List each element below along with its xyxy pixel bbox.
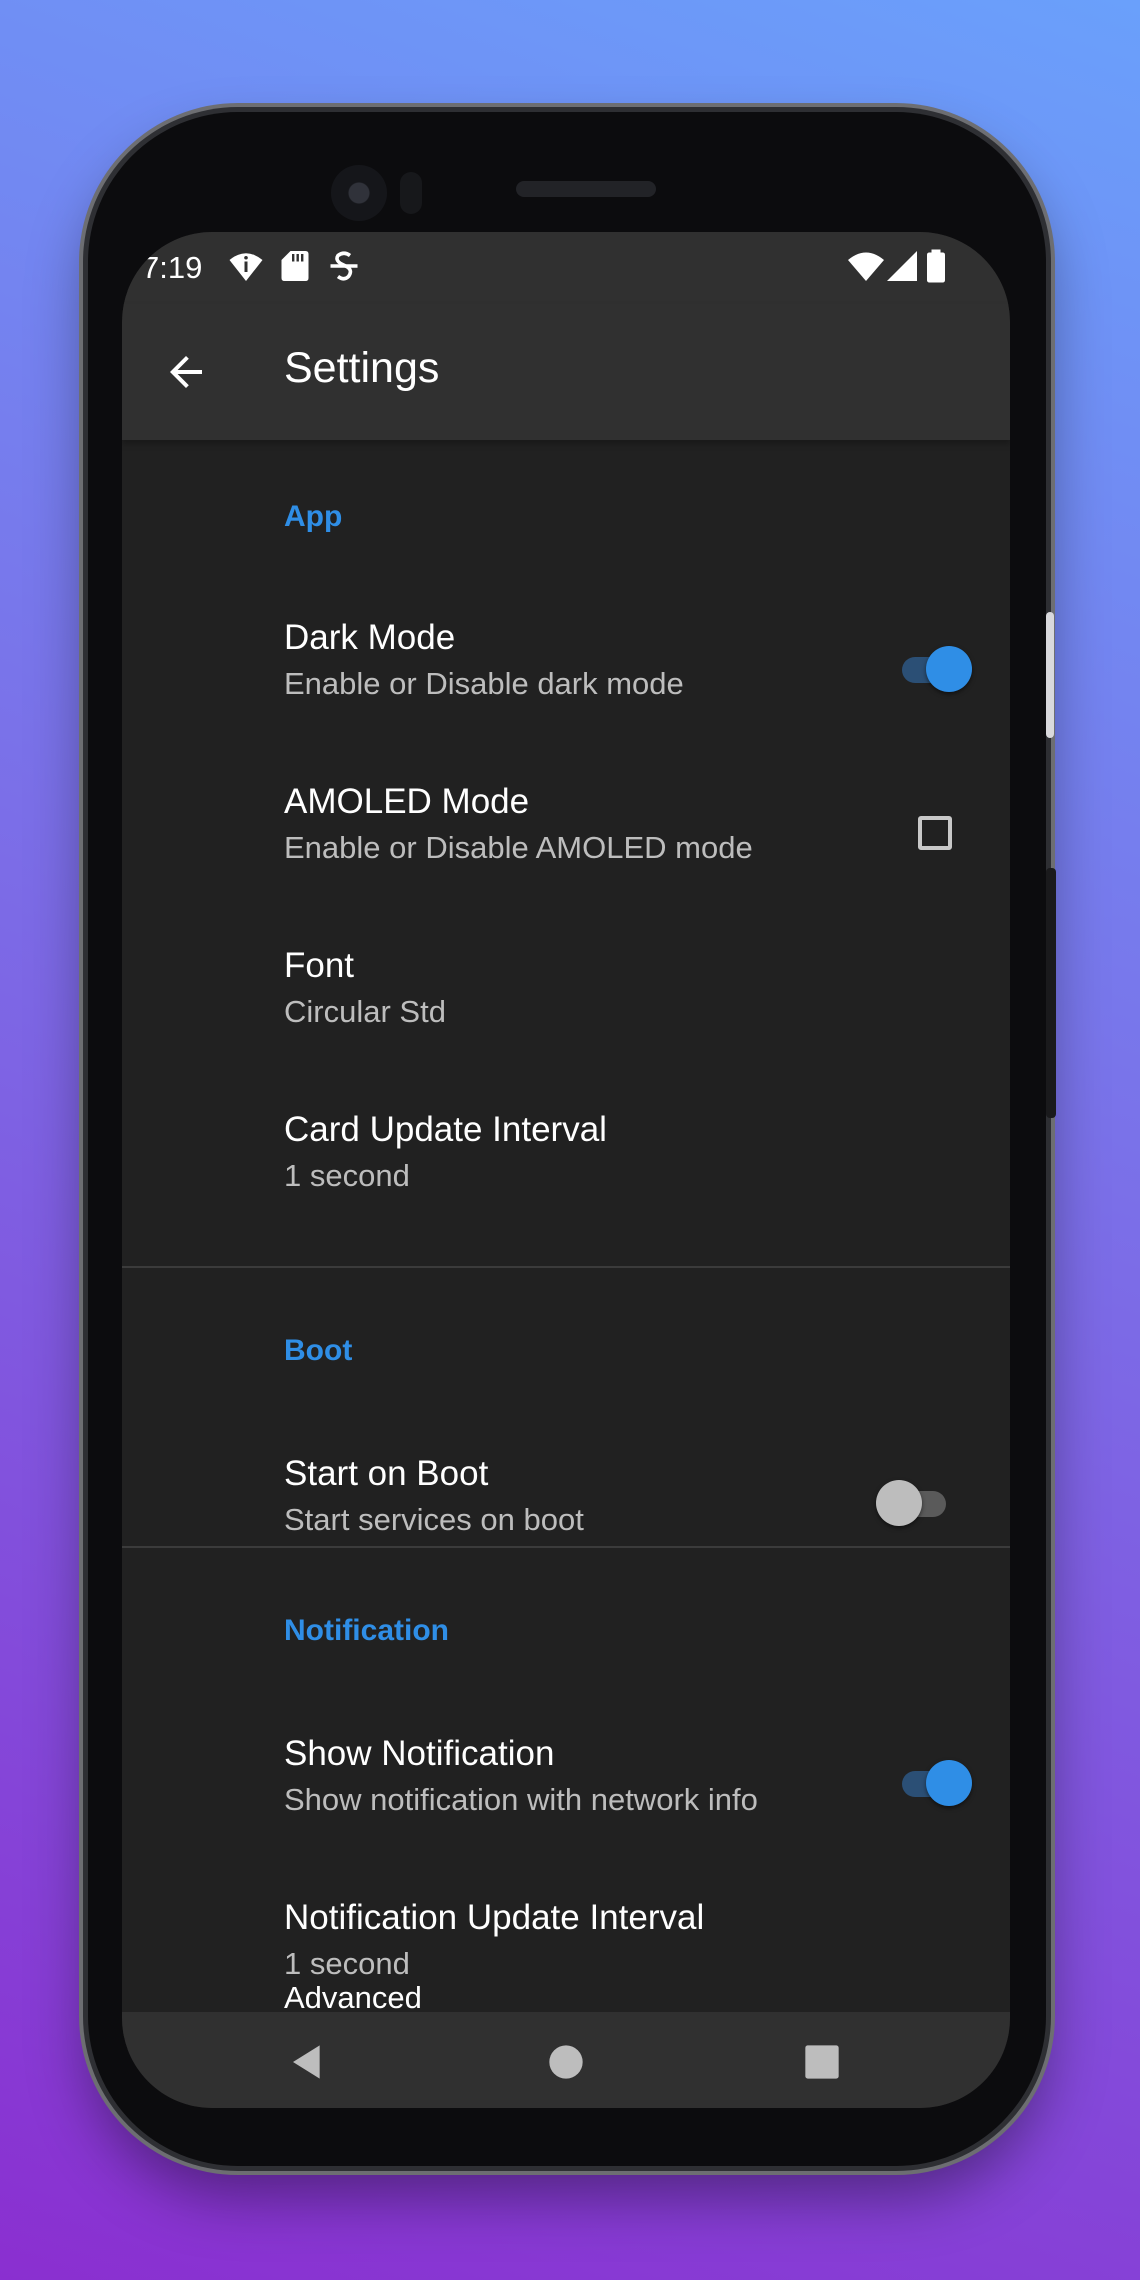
sd-card-icon	[281, 251, 309, 281]
screen: 7:19 Settings App Dark Mode Enable or Di…	[122, 232, 1010, 2108]
power-button	[1046, 868, 1056, 1118]
pref-summary: 1 second	[284, 1946, 410, 1981]
page-title: Settings	[284, 344, 440, 392]
divider	[122, 1266, 1010, 1268]
pref-title: Font	[284, 946, 355, 985]
pref-summary: Start services on boot	[284, 1502, 584, 1537]
category-app: App	[284, 500, 343, 533]
pref-title: AMOLED Mode	[284, 782, 530, 821]
nav-back-icon[interactable]	[288, 2042, 328, 2082]
pref-summary: Show notification with network info	[284, 1782, 758, 1817]
pref-font[interactable]: Font Circular Std	[122, 932, 1010, 1096]
dark-mode-switch[interactable]	[892, 644, 972, 694]
pref-summary: Circular Std	[284, 994, 446, 1029]
pref-summary: Enable or Disable dark mode	[284, 666, 684, 701]
cellular-signal-icon	[887, 251, 917, 281]
arrow-back-icon[interactable]	[162, 348, 210, 396]
status-bar: 7:19	[122, 232, 1010, 304]
pref-show-notification[interactable]: Show Notification Show notification with…	[122, 1720, 1010, 1884]
volume-button	[1046, 612, 1054, 738]
category-boot: Boot	[284, 1334, 353, 1367]
switch-thumb	[926, 1760, 972, 1806]
pref-notification-update-interval[interactable]: Notification Update Interval 1 second	[122, 1884, 1010, 2012]
switch-thumb	[926, 646, 972, 692]
divider	[122, 1546, 1010, 1548]
settings-list: App Dark Mode Enable or Disable dark mod…	[122, 440, 1010, 2012]
pref-summary: 1 second	[284, 1158, 410, 1193]
wifi-hotspot-icon	[229, 253, 263, 281]
pref-dark-mode[interactable]: Dark Mode Enable or Disable dark mode	[122, 604, 1010, 768]
nav-home-icon[interactable]	[546, 2042, 586, 2082]
amoled-mode-checkbox[interactable]	[918, 816, 952, 850]
status-time: 7:19	[142, 250, 203, 285]
pref-title: Start on Boot	[284, 1454, 489, 1493]
category-notification: Notification	[284, 1614, 449, 1647]
pref-title: Card Update Interval	[284, 1110, 607, 1149]
pref-card-update-interval[interactable]: Card Update Interval 1 second	[122, 1096, 1010, 1260]
start-on-boot-switch[interactable]	[876, 1478, 956, 1528]
switch-thumb	[876, 1480, 922, 1526]
app-bar: Settings	[122, 304, 1010, 440]
front-camera	[331, 165, 387, 221]
nav-recents-icon[interactable]	[802, 2042, 842, 2082]
category-advanced: Advanced	[284, 1980, 422, 2012]
phone-frame: 7:19 Settings App Dark Mode Enable or Di…	[88, 112, 1056, 2166]
navigation-bar	[122, 2012, 1010, 2108]
pref-start-on-boot[interactable]: Start on Boot Start services on boot	[122, 1440, 1010, 1604]
earpiece-speaker	[516, 181, 656, 197]
pref-summary: Enable or Disable AMOLED mode	[284, 830, 753, 865]
proximity-sensor	[400, 172, 422, 214]
pref-amoled-mode[interactable]: AMOLED Mode Enable or Disable AMOLED mod…	[122, 768, 1010, 932]
pref-title: Dark Mode	[284, 618, 456, 657]
battery-icon	[927, 249, 945, 283]
show-notification-switch[interactable]	[892, 1758, 972, 1808]
pref-title: Notification Update Interval	[284, 1898, 705, 1937]
wifi-icon	[848, 252, 884, 281]
pref-title: Show Notification	[284, 1734, 555, 1773]
speed-meter-icon	[330, 251, 358, 281]
